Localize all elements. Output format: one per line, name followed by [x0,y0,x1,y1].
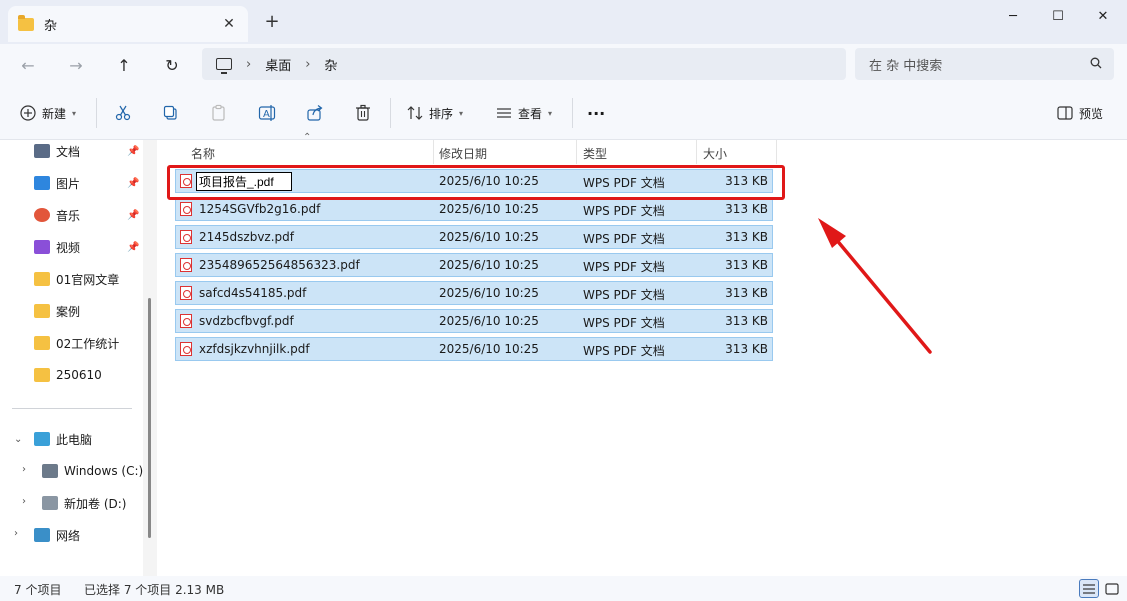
status-bar: 7 个项目 已选择 7 个项目 2.13 MB [0,576,1127,601]
tiles-view-button[interactable] [1102,579,1122,598]
selection-info: 已选择 7 个项目 2.13 MB [84,583,225,597]
tiles-view-icon [1105,582,1119,595]
details-view-button[interactable] [1079,579,1099,598]
annotation-arrow [818,218,932,354]
item-count: 7 个项目 [14,583,62,597]
details-view-icon [1083,583,1095,594]
